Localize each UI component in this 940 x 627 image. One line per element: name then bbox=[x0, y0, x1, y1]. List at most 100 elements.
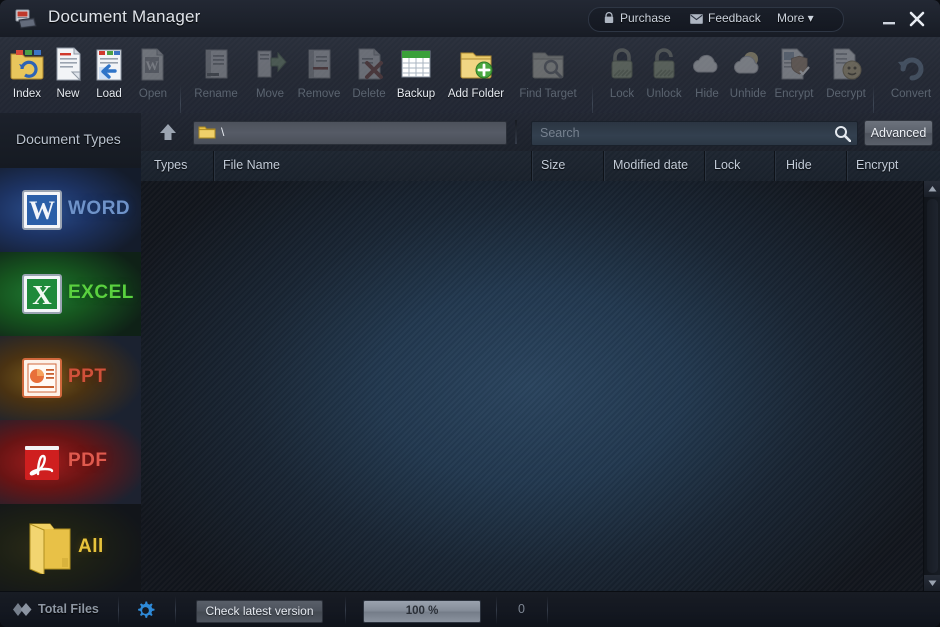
navigation-bar: \ Search Advanced bbox=[141, 113, 940, 152]
toolbar-button-add-folder[interactable]: Add Folder bbox=[440, 43, 512, 109]
sidebar-label-excel: EXCEL bbox=[68, 282, 134, 303]
purchase-button[interactable]: Purchase bbox=[603, 8, 671, 29]
toolbar-button-find-target[interactable]: Find Target bbox=[512, 43, 584, 109]
magnifier-icon[interactable] bbox=[834, 125, 852, 147]
open-word-icon: W bbox=[127, 45, 179, 85]
progress-bar: 100 % bbox=[363, 600, 481, 623]
folder-icon bbox=[24, 518, 76, 576]
sidebar-label-pdf: PDF bbox=[68, 450, 108, 471]
toolbar-label-remove: Remove bbox=[297, 88, 341, 100]
toolbar-button-open[interactable]: W Open bbox=[127, 43, 179, 109]
sidebar-item-ppt[interactable]: PPT bbox=[0, 336, 141, 421]
sidebar-header-label: Document Types bbox=[16, 131, 121, 147]
gear-icon[interactable] bbox=[135, 600, 156, 626]
search-input[interactable]: Search bbox=[531, 121, 858, 146]
more-button[interactable]: More ▾ bbox=[777, 8, 814, 29]
close-button[interactable] bbox=[906, 8, 928, 30]
toolbar-button-rename[interactable]: Rename bbox=[190, 43, 242, 109]
file-list[interactable] bbox=[141, 181, 923, 591]
svg-text:W: W bbox=[146, 58, 159, 73]
column-divider-2[interactable] bbox=[531, 151, 533, 181]
advanced-button[interactable]: Advanced bbox=[864, 120, 933, 146]
toolbar-button-convert[interactable]: Convert bbox=[882, 43, 940, 109]
column-header-hide[interactable]: Hide bbox=[786, 158, 812, 172]
column-header-file-name[interactable]: File Name bbox=[223, 158, 280, 172]
toolbar-button-decrypt[interactable]: Decrypt bbox=[820, 43, 872, 109]
scrollbar-track[interactable] bbox=[927, 199, 938, 573]
toolbar-label-add-folder: Add Folder bbox=[447, 88, 505, 100]
sidebar: Document Types W WORD X EXCEL PPT PDF Al… bbox=[0, 113, 142, 591]
column-divider-5[interactable] bbox=[774, 151, 776, 181]
total-files-label[interactable]: Total Files bbox=[38, 602, 99, 616]
window-title: Document Manager bbox=[48, 7, 201, 26]
toolbar-label-convert: Convert bbox=[890, 88, 932, 100]
title-bar: Document Manager Purchase Feedback More … bbox=[0, 0, 940, 38]
column-divider-3[interactable] bbox=[603, 151, 605, 181]
cart-icon bbox=[603, 10, 615, 31]
arrow-up-icon[interactable] bbox=[157, 121, 179, 143]
minimize-button[interactable] bbox=[878, 8, 900, 30]
application-window: Document Manager Purchase Feedback More … bbox=[0, 0, 940, 627]
scroll-down-icon[interactable] bbox=[924, 575, 940, 591]
status-divider-4 bbox=[496, 596, 497, 624]
column-header-encrypt[interactable]: Encrypt bbox=[856, 158, 898, 172]
sidebar-label-ppt: PPT bbox=[68, 366, 107, 387]
purchase-label: Purchase bbox=[620, 11, 671, 25]
diamonds-icon bbox=[12, 602, 34, 622]
toolbar-button-delete[interactable]: Delete bbox=[343, 43, 395, 109]
toolbar-label-decrypt: Decrypt bbox=[826, 88, 866, 100]
remove-icon bbox=[293, 45, 345, 85]
file-list-header: Types File Name Size Modified date Lock … bbox=[141, 151, 940, 182]
feedback-label: Feedback bbox=[708, 11, 761, 25]
toolbar-label-delete: Delete bbox=[352, 88, 386, 100]
main-toolbar: Index New Load W Open Rename Move Remove… bbox=[0, 37, 940, 123]
sidebar-item-all[interactable]: All bbox=[0, 504, 141, 591]
backup-grid-icon bbox=[390, 45, 442, 85]
check-latest-version-button[interactable]: Check latest version bbox=[196, 600, 323, 623]
feedback-button[interactable]: Feedback bbox=[690, 8, 761, 29]
sidebar-item-excel[interactable]: X EXCEL bbox=[0, 252, 141, 337]
column-divider-1[interactable] bbox=[213, 151, 215, 181]
file-count-value: 0 bbox=[518, 602, 525, 616]
word-icon: W bbox=[18, 186, 66, 234]
rename-icon bbox=[190, 45, 242, 85]
toolbar-button-move[interactable]: Move bbox=[244, 43, 296, 109]
toolbar-label-encrypt: Encrypt bbox=[774, 88, 814, 100]
column-header-types[interactable]: Types bbox=[154, 158, 187, 172]
sidebar-item-pdf[interactable]: PDF bbox=[0, 420, 141, 505]
status-divider-5 bbox=[547, 596, 548, 624]
address-bar[interactable]: \ bbox=[193, 121, 507, 145]
scroll-up-icon[interactable] bbox=[924, 181, 940, 197]
sidebar-label-word: WORD bbox=[68, 198, 131, 219]
toolbar-button-encrypt[interactable]: Encrypt bbox=[768, 43, 820, 109]
envelope-icon bbox=[690, 10, 703, 31]
toolbar-label-move: Move bbox=[255, 88, 285, 100]
column-header-size[interactable]: Size bbox=[541, 158, 565, 172]
toolbar-button-backup[interactable]: Backup bbox=[390, 43, 442, 109]
folder-icon bbox=[198, 125, 216, 145]
excel-icon: X bbox=[18, 270, 66, 318]
toolbar-button-remove[interactable]: Remove bbox=[293, 43, 345, 109]
status-divider-3 bbox=[345, 596, 346, 624]
column-divider-4[interactable] bbox=[704, 151, 706, 181]
toolbar-label-find-target: Find Target bbox=[519, 88, 577, 100]
status-divider-2 bbox=[175, 596, 176, 624]
column-header-modified-date[interactable]: Modified date bbox=[613, 158, 688, 172]
sidebar-header: Document Types bbox=[0, 113, 141, 169]
vertical-scrollbar[interactable] bbox=[923, 181, 940, 591]
status-divider-1 bbox=[118, 596, 119, 624]
more-label: More ▾ bbox=[777, 11, 814, 25]
search-placeholder: Search bbox=[540, 126, 580, 140]
convert-arrow-icon bbox=[882, 45, 940, 85]
add-folder-icon bbox=[440, 45, 512, 85]
find-target-icon bbox=[512, 45, 584, 85]
sidebar-item-word[interactable]: W WORD bbox=[0, 168, 141, 253]
toolbar-button-unhide[interactable]: Unhide bbox=[722, 43, 774, 109]
sidebar-label-all: All bbox=[78, 536, 104, 557]
column-header-lock[interactable]: Lock bbox=[714, 158, 740, 172]
pdf-icon bbox=[18, 438, 66, 486]
toolbar-label-rename: Rename bbox=[194, 88, 238, 100]
column-divider-6[interactable] bbox=[846, 151, 848, 181]
toolbar-label-backup: Backup bbox=[396, 88, 436, 100]
toolbar-label-unhide: Unhide bbox=[729, 88, 767, 100]
